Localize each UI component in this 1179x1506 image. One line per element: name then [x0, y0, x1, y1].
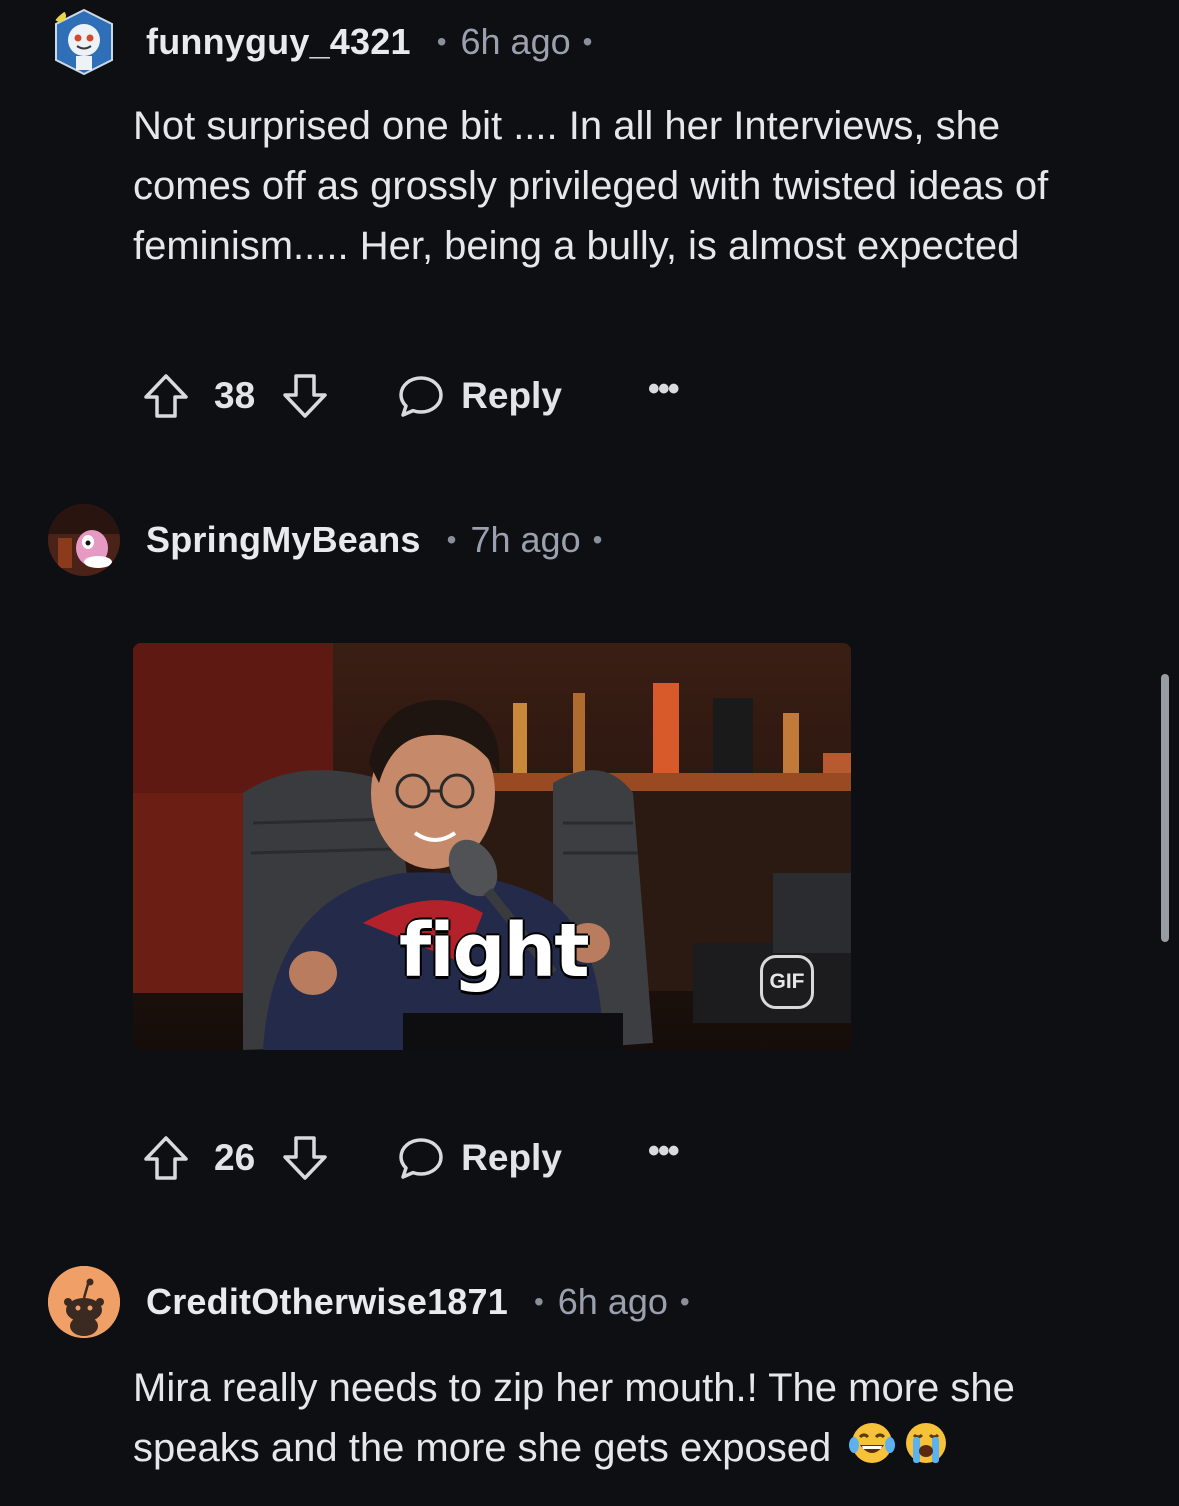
vote-count: 26 [214, 1137, 256, 1178]
snoo-avatar-icon [54, 8, 113, 76]
separator-dot: • [446, 524, 457, 555]
more-options-button[interactable]: ••• [648, 1134, 680, 1175]
default-snoo-avatar-icon [48, 1266, 120, 1338]
comment-header: CreditOtherwise1871 • 6h ago • [48, 1266, 690, 1338]
separator-dot: • [679, 1286, 690, 1317]
timestamp: 6h ago [460, 21, 571, 62]
comment-header: SpringMyBeans • 7h ago • [48, 504, 602, 576]
avatar[interactable] [48, 6, 120, 78]
upvote-arrow-icon[interactable] [140, 1132, 192, 1184]
scrollbar[interactable] [1161, 674, 1169, 942]
separator-dot: • [533, 1286, 544, 1317]
comment-text: Not surprised one bit .... In all her In… [133, 104, 1049, 268]
upvote-arrow-icon[interactable] [140, 370, 192, 422]
separator-dot: • [592, 524, 603, 555]
separator-dot: • [436, 26, 447, 57]
timestamp: 6h ago [557, 1281, 668, 1322]
speech-bubble-icon [399, 376, 443, 417]
username[interactable]: funnyguy_4321 [146, 21, 411, 63]
gif-badge: GIF [760, 955, 814, 1009]
vote-count: 38 [214, 375, 256, 416]
reply-button[interactable]: Reply [397, 372, 562, 420]
username[interactable]: SpringMyBeans [146, 519, 421, 561]
username[interactable]: CreditOtherwise1871 [146, 1281, 508, 1323]
avatar[interactable] [48, 1266, 120, 1338]
crying-emoji-icon [906, 1423, 947, 1463]
downvote-arrow-icon[interactable] [279, 370, 331, 422]
comment-header: funnyguy_4321 • 6h ago • [48, 6, 592, 78]
reply-label: Reply [461, 1137, 562, 1178]
speech-bubble-icon [399, 1138, 443, 1179]
comment-text-container: Mira really needs to zip her mouth.! The… [133, 1358, 1113, 1478]
avatar[interactable] [48, 504, 120, 576]
reply-label: Reply [461, 375, 562, 416]
downvote-arrow-icon[interactable] [279, 1132, 331, 1184]
separator-dot: • [582, 26, 593, 57]
gif-caption-text: fight [399, 908, 590, 994]
cartoon-dog-avatar-icon [48, 504, 120, 576]
more-options-button[interactable]: ••• [648, 372, 680, 413]
reply-button[interactable]: Reply [397, 1134, 562, 1182]
timestamp: 7h ago [470, 519, 581, 560]
comment-actions: 26 Reply ••• [140, 1128, 680, 1188]
gif-embed[interactable]: fight GIF [133, 643, 851, 1050]
comment-actions: 38 Reply ••• [140, 366, 680, 426]
laughing-tears-emoji-icon [849, 1423, 896, 1463]
